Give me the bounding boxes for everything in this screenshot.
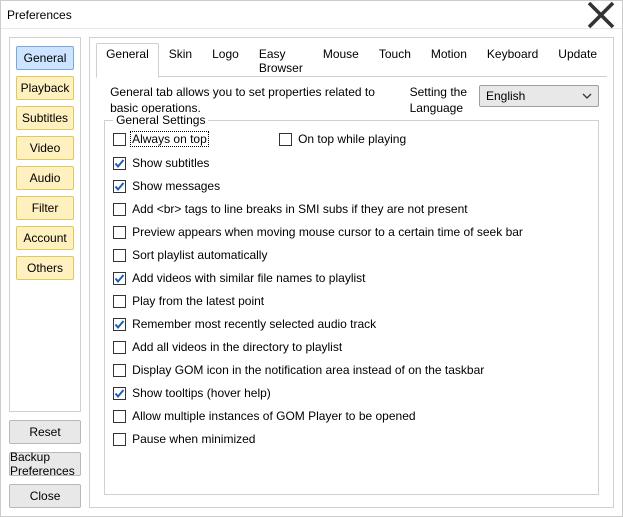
setting-row: Add videos with similar file names to pl…: [113, 271, 590, 285]
setting-label[interactable]: Add videos with similar file names to pl…: [132, 271, 365, 285]
setting-label[interactable]: Show messages: [132, 179, 220, 193]
checkbox[interactable]: [113, 249, 126, 262]
sidebar-item-subtitles[interactable]: Subtitles: [16, 106, 74, 130]
tab-update[interactable]: Update: [548, 43, 607, 78]
checkbox[interactable]: [113, 203, 126, 216]
checkbox[interactable]: [113, 364, 126, 377]
tab-keyboard[interactable]: Keyboard: [477, 43, 548, 78]
fieldset-legend: General Settings: [113, 113, 208, 127]
sidebar-categories: General Playback Subtitles Video Audio Filter…: [9, 37, 81, 412]
setting-row: Always on top On top while playing: [113, 131, 590, 147]
setting-row: Allow multiple instances of GOM Player t…: [113, 409, 590, 423]
setting-label[interactable]: Add <br> tags to line breaks in SMI subs…: [132, 202, 468, 216]
tab-bar: GeneralSkinLogoEasy BrowserMouseTouchMot…: [96, 43, 607, 78]
tab-logo[interactable]: Logo: [202, 43, 249, 78]
checkbox[interactable]: [113, 272, 126, 285]
tab-motion[interactable]: Motion: [421, 43, 477, 78]
setting-label[interactable]: Sort playlist automatically: [132, 248, 267, 262]
checkbox[interactable]: [113, 341, 126, 354]
sidebar-item-audio[interactable]: Audio: [16, 166, 74, 190]
main-panel: GeneralSkinLogoEasy BrowserMouseTouchMot…: [89, 37, 614, 508]
sidebar-item-video[interactable]: Video: [16, 136, 74, 160]
sidebar: General Playback Subtitles Video Audio Filter…: [9, 37, 81, 508]
checkbox[interactable]: [113, 295, 126, 308]
setting-row: Pause when minimized: [113, 432, 590, 446]
window-title: Preferences: [7, 8, 586, 22]
setting-label[interactable]: On top while playing: [298, 132, 406, 146]
setting-label[interactable]: Pause when minimized: [132, 432, 255, 446]
setting-row: Remember most recently selected audio tr…: [113, 317, 590, 331]
setting-label[interactable]: Always on top: [130, 131, 209, 147]
reset-button[interactable]: Reset: [9, 420, 81, 444]
checkbox[interactable]: [279, 133, 292, 146]
sidebar-item-playback[interactable]: Playback: [16, 76, 74, 100]
sidebar-item-account[interactable]: Account: [16, 226, 74, 250]
window-body: General Playback Subtitles Video Audio Filter…: [1, 29, 622, 516]
setting-label[interactable]: Remember most recently selected audio tr…: [132, 317, 376, 331]
setting-row: Play from the latest point: [113, 294, 590, 308]
setting-label[interactable]: Show subtitles: [132, 156, 209, 170]
checkbox[interactable]: [113, 226, 126, 239]
sidebar-item-general[interactable]: General: [16, 46, 74, 70]
general-settings-fieldset: General Settings Always on topOn top whi…: [104, 120, 599, 495]
close-icon[interactable]: [586, 5, 616, 25]
tab-general[interactable]: General: [96, 43, 159, 78]
checkbox[interactable]: [113, 133, 126, 146]
sidebar-item-others[interactable]: Others: [16, 256, 74, 280]
setting-label[interactable]: Play from the latest point: [132, 294, 264, 308]
setting-label[interactable]: Display GOM icon in the notification are…: [132, 363, 484, 377]
checkbox[interactable]: [113, 180, 126, 193]
chevron-down-icon: [582, 91, 592, 101]
backup-preferences-button[interactable]: Backup Preferences: [9, 452, 81, 476]
setting-label[interactable]: Preview appears when moving mouse cursor…: [132, 225, 523, 239]
preferences-window: Preferences General Playback Subtitles Vide…: [0, 0, 623, 517]
sidebar-item-filter[interactable]: Filter: [16, 196, 74, 220]
tab-touch[interactable]: Touch: [369, 43, 421, 78]
checkbox[interactable]: [113, 433, 126, 446]
setting-label[interactable]: Show tooltips (hover help): [132, 386, 271, 400]
setting-row: Show tooltips (hover help): [113, 386, 590, 400]
setting-row: Preview appears when moving mouse cursor…: [113, 225, 590, 239]
checkbox[interactable]: [113, 387, 126, 400]
titlebar: Preferences: [1, 1, 622, 29]
setting-label[interactable]: Allow multiple instances of GOM Player t…: [132, 409, 415, 423]
setting-row: Show messages: [113, 179, 590, 193]
setting-row: Display GOM icon in the notification are…: [113, 363, 590, 377]
description-text: General tab allows you to set properties…: [110, 85, 400, 116]
setting-label[interactable]: Add all videos in the directory to playl…: [132, 340, 342, 354]
close-button[interactable]: Close: [9, 484, 81, 508]
language-select[interactable]: English: [479, 85, 599, 107]
language-select-value: English: [486, 89, 582, 103]
tab-skin[interactable]: Skin: [159, 43, 202, 78]
checkbox[interactable]: [113, 318, 126, 331]
tab-mouse[interactable]: Mouse: [313, 43, 369, 78]
setting-row: Sort playlist automatically: [113, 248, 590, 262]
language-label: Setting the Language: [410, 85, 469, 116]
checkbox[interactable]: [113, 410, 126, 423]
tab-easy-browser[interactable]: Easy Browser: [249, 43, 313, 78]
settings-list: Always on top On top while playing Show su…: [113, 127, 590, 446]
setting-row: Add all videos in the directory to playl…: [113, 340, 590, 354]
checkbox[interactable]: [113, 157, 126, 170]
setting-row: Add <br> tags to line breaks in SMI subs…: [113, 202, 590, 216]
setting-row: Show subtitles: [113, 156, 590, 170]
